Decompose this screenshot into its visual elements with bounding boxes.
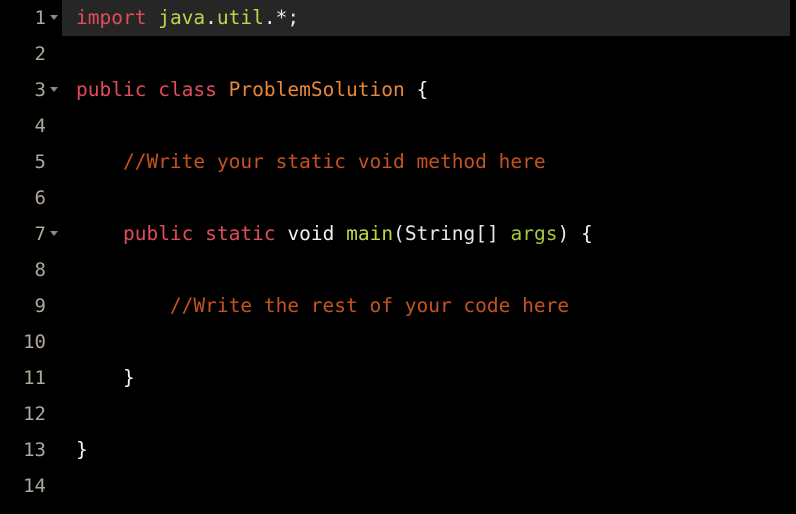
- token-punct: []: [475, 222, 499, 245]
- line-number: 10: [23, 331, 46, 353]
- token-keyword: public: [122, 222, 194, 245]
- token-punct: String: [404, 222, 476, 245]
- line-number: 14: [23, 475, 46, 497]
- code-line[interactable]: 11 }: [0, 360, 796, 396]
- code-lines-container[interactable]: 1 import java.util.*; 2 3 public class Probl…: [0, 0, 796, 514]
- token-brace: {: [416, 78, 429, 101]
- token-var: args: [510, 222, 558, 245]
- token-keyword: import: [76, 6, 147, 29]
- line-number: 1: [34, 7, 46, 29]
- token-func: main: [346, 222, 394, 245]
- line-number: 12: [23, 403, 46, 425]
- token-type: ProblemSolution: [228, 78, 405, 101]
- token-punct: *: [275, 6, 288, 29]
- line-number: 13: [23, 439, 46, 461]
- code-line[interactable]: 2: [0, 36, 796, 72]
- line-number: 4: [34, 115, 46, 137]
- token-keyword: static: [205, 222, 276, 245]
- code-text[interactable]: }: [62, 432, 88, 468]
- code-line[interactable]: 3 public class ProblemSolution {: [0, 72, 796, 108]
- token-keyword: class: [158, 78, 217, 101]
- code-line[interactable]: 4: [0, 108, 796, 144]
- token-package: java: [158, 6, 206, 29]
- line-number: 7: [34, 223, 46, 245]
- token-plain: void: [287, 222, 335, 245]
- code-line[interactable]: 13}: [0, 432, 796, 468]
- token-brace: }: [76, 438, 88, 461]
- code-text[interactable]: }: [62, 360, 135, 396]
- code-line[interactable]: 10: [0, 324, 796, 360]
- line-number: 5: [34, 151, 46, 173]
- code-text[interactable]: import java.util.*;: [62, 0, 299, 36]
- code-editor[interactable]: 1 import java.util.*; 2 3 public class Probl…: [0, 0, 796, 514]
- token-brace: }: [122, 366, 135, 389]
- token-punct: .: [205, 6, 217, 29]
- code-line[interactable]: 8: [0, 252, 796, 288]
- fold-chevron-down-icon[interactable]: [46, 0, 62, 36]
- code-line[interactable]: 12: [0, 396, 796, 432]
- code-line[interactable]: 9 //Write the rest of your code here: [0, 288, 796, 324]
- token-punct: ): [557, 222, 570, 245]
- fold-chevron-down-icon[interactable]: [46, 72, 62, 108]
- token-punct: (: [393, 222, 405, 245]
- code-text[interactable]: //Write the rest of your code here: [62, 288, 569, 324]
- token-brace: {: [580, 222, 593, 245]
- token-punct: ;: [287, 6, 300, 29]
- token-keyword: public: [76, 78, 147, 101]
- line-number: 3: [34, 79, 46, 101]
- line-number: 11: [23, 367, 46, 389]
- code-line[interactable]: 7 public static void main(String[] args)…: [0, 216, 796, 252]
- token-package: util: [216, 6, 264, 29]
- line-number: 8: [34, 259, 46, 281]
- code-text[interactable]: public class ProblemSolution {: [62, 72, 428, 108]
- token-comment: //Write the rest of your code here: [169, 294, 570, 317]
- code-line[interactable]: 1 import java.util.*;: [0, 0, 796, 36]
- code-text[interactable]: //Write your static void method here: [62, 144, 546, 180]
- code-line[interactable]: 6: [0, 180, 796, 216]
- line-number: 9: [34, 295, 46, 317]
- code-line[interactable]: 5 //Write your static void method here: [0, 144, 796, 180]
- line-number: 2: [34, 43, 46, 65]
- fold-chevron-down-icon[interactable]: [46, 216, 62, 252]
- code-text[interactable]: public static void main(String[] args) {: [62, 216, 593, 252]
- token-punct: .: [263, 6, 276, 29]
- token-comment: //Write your static void method here: [122, 150, 546, 173]
- code-line[interactable]: 14: [0, 468, 796, 504]
- line-number: 6: [34, 187, 46, 209]
